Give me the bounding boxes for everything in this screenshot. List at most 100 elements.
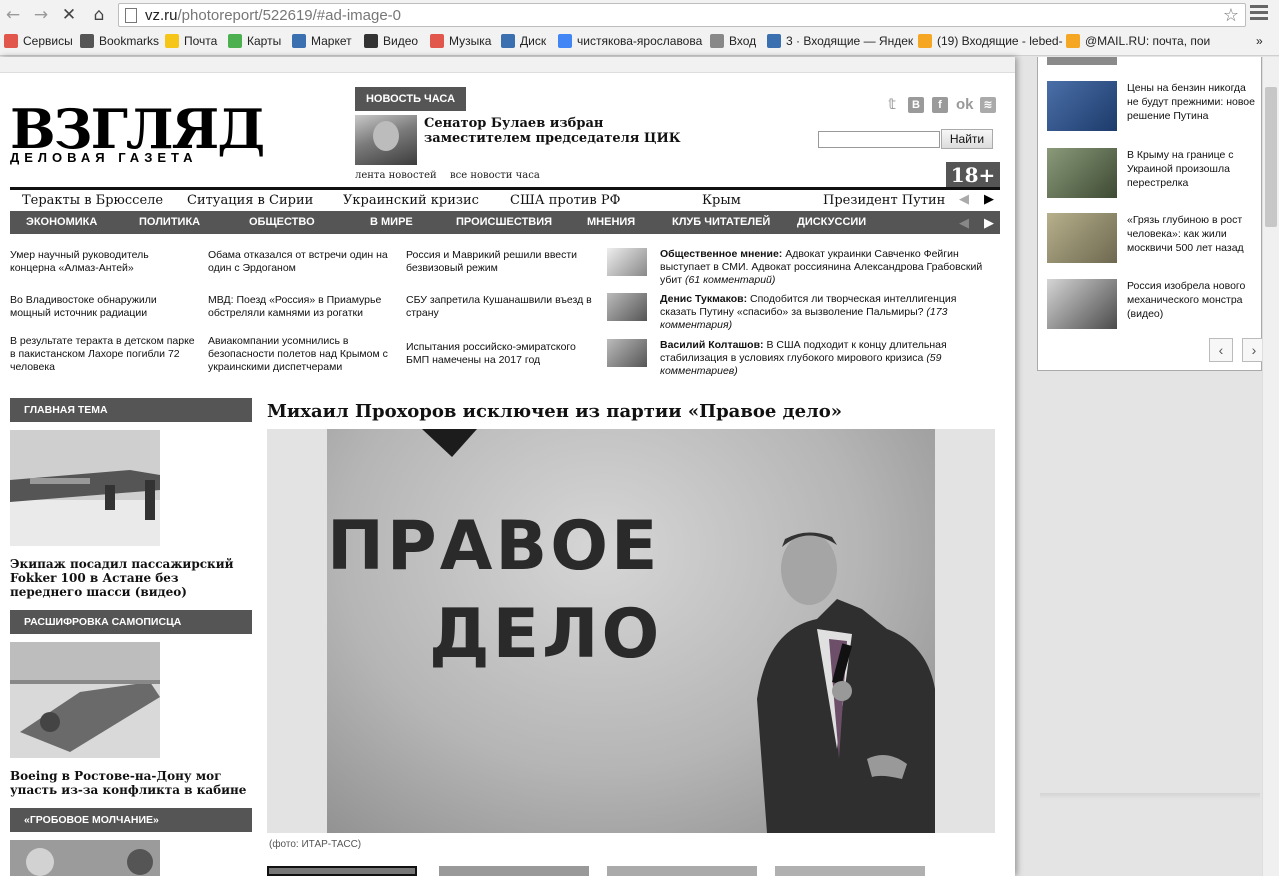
url-path: /photoreport/522619/#ad-image-0 [177, 7, 402, 24]
section-link[interactable]: МНЕНИЯ [587, 216, 635, 228]
bookmark-favicon-icon [918, 34, 932, 48]
news-item[interactable]: СБУ запретила Кушанашвили въезд в страну [406, 294, 596, 320]
topic-link[interactable]: Крым [702, 193, 741, 208]
news-hour-headline[interactable]: Сенатор Булаев избран заместителем предс… [424, 116, 704, 146]
news-item[interactable]: В результате теракта в детском парке в п… [10, 335, 195, 374]
plane-photo[interactable] [10, 430, 160, 546]
rss-icon[interactable]: ≋ [980, 97, 996, 113]
widget-item-image[interactable] [1047, 81, 1117, 131]
topics-next-icon[interactable]: ▶ [984, 192, 994, 207]
block-heading[interactable]: «ГРОБОВОЕ МОЛЧАНИЕ» [10, 808, 252, 832]
news-item[interactable]: Авиакомпании усомнились в безопасности п… [208, 335, 398, 374]
opinion-item[interactable]: Общественное мнение: Адвокат украинки Са… [660, 248, 995, 287]
bookmark-item[interactable]: Вход [710, 34, 756, 48]
sections-next-icon[interactable]: ▶ [984, 215, 994, 231]
bookmark-label: Вход [729, 34, 757, 48]
bookmark-item[interactable]: Сервисы [4, 34, 73, 48]
opinion-author: Общественное мнение: [660, 248, 783, 260]
widget-item-image[interactable] [1047, 57, 1117, 65]
stop-icon[interactable]: ✕ [58, 4, 80, 26]
gallery-thumb[interactable] [267, 866, 417, 876]
bookmarks-overflow-icon[interactable]: » [1256, 34, 1263, 48]
forward-icon[interactable]: → [30, 4, 52, 26]
opinion-comments[interactable]: (61 комментарий) [685, 274, 775, 286]
block-caption[interactable]: Boeing в Ростове-на-Дону мог упасть из-з… [10, 769, 250, 797]
topic-link[interactable]: Президент Путин [823, 193, 945, 208]
bookmark-item[interactable]: Видео [364, 34, 418, 48]
news-item[interactable]: МВД: Поезд «Россия» в Приамурье обстреля… [208, 294, 398, 320]
block-heading[interactable]: ГЛАВНАЯ ТЕМА [10, 398, 252, 422]
opinion-item[interactable]: Василий Колташов: В США подходит к концу… [660, 339, 995, 378]
widget-item-image[interactable] [1047, 213, 1117, 263]
bookmark-item[interactable]: Диск [501, 34, 546, 48]
page-scrollbar[interactable] [1262, 57, 1279, 876]
section-link[interactable]: КЛУБ ЧИТАТЕЛЕЙ [672, 216, 770, 228]
block-heading[interactable]: РАСШИФРОВКА САМОПИСЦА [10, 610, 252, 634]
bookmark-label: Почта [184, 34, 218, 48]
bookmark-item[interactable]: Маркет [292, 34, 352, 48]
bookmark-item[interactable]: (19) Входящие - lebed- [918, 34, 1063, 48]
gallery-thumb[interactable] [775, 866, 925, 876]
section-link[interactable]: ПРОИСШЕСТВИЯ [456, 216, 552, 228]
back-icon[interactable]: ← [2, 4, 24, 26]
bookmark-item[interactable]: Почта [165, 34, 217, 48]
opinion-item[interactable]: Денис Тукмаков: Сподобится ли творческая… [660, 293, 995, 332]
odnoklassniki-icon[interactable]: ok [956, 97, 974, 113]
news-hour-photo[interactable] [355, 115, 417, 165]
search-button[interactable]: Найти [941, 129, 993, 149]
widget-item-text[interactable]: Цены на бензин никогда не будут прежними… [1127, 81, 1255, 123]
widget-item-text[interactable]: Россия изобрела нового механического мон… [1127, 279, 1255, 321]
sections-prev-icon[interactable]: ◀ [959, 215, 969, 231]
block-caption[interactable]: Экипаж посадил пассажирский Fokker 100 в… [10, 557, 250, 599]
bookmark-favicon-icon [228, 34, 242, 48]
facebook-icon[interactable]: f [932, 97, 948, 113]
news-item[interactable]: Россия и Маврикий решили ввести безвизов… [406, 249, 596, 275]
topic-link[interactable]: США против РФ [510, 193, 620, 208]
megaphone-icon [607, 248, 647, 276]
all-news-link[interactable]: все новости часа [450, 170, 540, 181]
bookmark-favicon-icon [165, 34, 179, 48]
leaders-photo[interactable] [10, 840, 160, 876]
topic-link[interactable]: Теракты в Брюсселе [22, 193, 163, 208]
widget-item-text[interactable]: «Грязь глубиною в рост человека»: как жи… [1127, 213, 1255, 255]
section-link[interactable]: ДИСКУССИИ [797, 216, 866, 228]
gallery-thumb[interactable] [439, 866, 589, 876]
bookmark-item[interactable]: Музыка [430, 34, 491, 48]
news-item[interactable]: Испытания российско-эмиратского БМП наме… [406, 341, 596, 367]
scrollbar-thumb[interactable] [1265, 87, 1277, 227]
news-item[interactable]: Умер научный руководитель концерна «Алма… [10, 249, 195, 275]
widget-prev-button[interactable]: ‹ [1209, 338, 1233, 362]
section-link[interactable]: ОБЩЕСТВО [249, 216, 315, 228]
bookmark-item[interactable]: 3 · Входящие — Яндек [767, 34, 913, 48]
bookmark-favicon-icon [80, 34, 94, 48]
bookmarks-bar: Сервисы Bookmarks Почта Карты Маркет Видео Муз… [0, 32, 1279, 52]
crash-photo[interactable] [10, 642, 160, 758]
search-input[interactable] [818, 131, 940, 148]
widget-item-image[interactable] [1047, 279, 1117, 329]
url-text[interactable]: vz.ru/photoreport/522619/#ad-image-0 [145, 7, 401, 24]
section-link[interactable]: ЭКОНОМИКА [26, 216, 97, 228]
twitter-icon[interactable]: 𝕥 [884, 97, 900, 113]
topic-link[interactable]: Украинский кризис [343, 193, 479, 208]
section-link[interactable]: В МИРЕ [370, 216, 413, 228]
bookmark-item[interactable]: @MAIL.RU: почта, пои [1066, 34, 1210, 48]
topic-link[interactable]: Ситуация в Сирии [187, 193, 313, 208]
article-photo[interactable]: ПРАВОЕ ДЕЛО [327, 429, 935, 833]
bookmark-item[interactable]: Bookmarks [80, 34, 159, 48]
vk-icon[interactable]: В [908, 97, 924, 113]
news-item[interactable]: Обама отказался от встречи один на один … [208, 249, 398, 275]
bookmark-item[interactable]: Карты [228, 34, 281, 48]
widget-item-image[interactable] [1047, 148, 1117, 198]
menu-icon[interactable] [1250, 5, 1268, 25]
widget-item-text[interactable]: В Крыму на границе с Украиной произошла … [1127, 148, 1255, 190]
home-icon[interactable]: ⌂ [88, 4, 110, 26]
news-feed-link[interactable]: лента новостей [355, 170, 437, 181]
site-logo[interactable]: ВЗГЛЯД [10, 102, 265, 156]
topics-prev-icon[interactable]: ◀ [959, 192, 969, 207]
gallery-thumb[interactable] [607, 866, 757, 876]
news-item[interactable]: Во Владивостоке обнаружили мощный источн… [10, 294, 195, 320]
bookmark-item[interactable]: чистякова-ярославова [558, 34, 702, 48]
bookmark-star-icon[interactable]: ☆ [1223, 5, 1239, 26]
section-link[interactable]: ПОЛИТИКА [139, 216, 200, 228]
address-bar[interactable]: vz.ru/photoreport/522619/#ad-image-0 ☆ [118, 3, 1246, 27]
